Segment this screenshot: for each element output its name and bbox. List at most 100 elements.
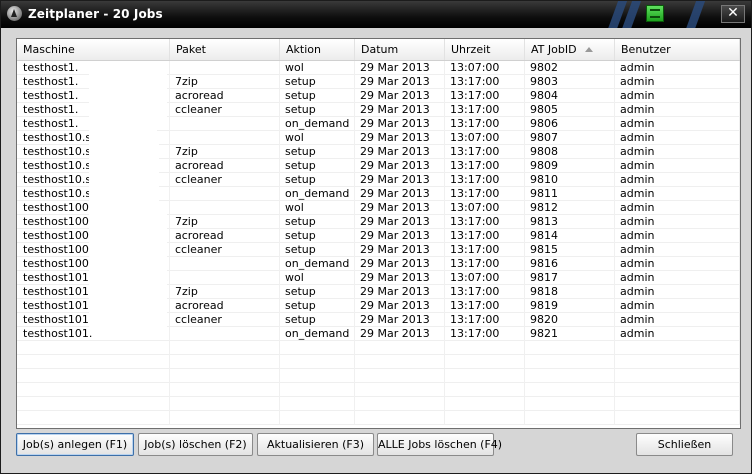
status-icon[interactable] — [646, 5, 664, 22]
cell-time: 13:17:00 — [445, 257, 525, 271]
cell-action — [280, 397, 355, 411]
cell-action — [280, 411, 355, 425]
cell-date: 29 Mar 2013 — [355, 229, 445, 243]
cell-package: 7zip — [170, 285, 280, 299]
empty-table-row — [17, 355, 740, 369]
cell-jobid: 9815 — [525, 243, 615, 257]
cell-package: 7zip — [170, 75, 280, 89]
cell-date: 29 Mar 2013 — [355, 117, 445, 131]
cell-time: 13:07:00 — [445, 201, 525, 215]
cell-time: 13:17:00 — [445, 327, 525, 341]
cell-user: admin — [615, 313, 740, 327]
dialog-content: Maschine Paket Aktion Datum Uhrzeit AT J… — [5, 29, 747, 470]
column-header-time[interactable]: Uhrzeit — [445, 39, 525, 60]
cell-action: setup — [280, 89, 355, 103]
cell-time — [445, 383, 525, 397]
cell-jobid: 9810 — [525, 173, 615, 187]
close-button[interactable]: Schließen — [636, 433, 733, 456]
table-row[interactable]: testhost101. on_demand 29 Mar 2013 13:17:00… — [17, 327, 740, 341]
column-header-jobid[interactable]: AT JobID — [525, 39, 615, 60]
titlebar-decoration — [685, 1, 706, 28]
refresh-button[interactable]: Aktualisieren (F3) — [257, 433, 374, 456]
cell-action: on_demand — [280, 187, 355, 201]
cell-time: 13:17:00 — [445, 187, 525, 201]
cell-action: setup — [280, 285, 355, 299]
cell-user: admin — [615, 229, 740, 243]
delete-jobs-button[interactable]: Job(s) löschen (F2) — [138, 433, 253, 456]
cell-jobid: 9808 — [525, 145, 615, 159]
cell-jobid: 9820 — [525, 313, 615, 327]
cell-jobid — [525, 369, 615, 383]
cell-date: 29 Mar 2013 — [355, 327, 445, 341]
delete-all-jobs-button[interactable]: ALLE Jobs löschen (F4) — [377, 433, 502, 456]
cell-package — [170, 201, 280, 215]
cell-package: acroread — [170, 299, 280, 313]
cell-action — [280, 383, 355, 397]
cell-action: on_demand — [280, 327, 355, 341]
cell-time — [445, 411, 525, 425]
cell-date: 29 Mar 2013 — [355, 257, 445, 271]
table-header: Maschine Paket Aktion Datum Uhrzeit AT J… — [17, 39, 740, 61]
window-title: Zeitplaner - 20 Jobs — [28, 7, 163, 21]
cell-package — [170, 327, 280, 341]
cell-package — [170, 187, 280, 201]
cell-action: setup — [280, 313, 355, 327]
cell-action: wol — [280, 131, 355, 145]
cell-package — [170, 117, 280, 131]
cell-machine: testhost101. — [17, 327, 170, 341]
column-header-package[interactable]: Paket — [170, 39, 280, 60]
column-header-machine[interactable]: Maschine — [17, 39, 170, 60]
cell-action — [280, 341, 355, 355]
cell-date — [355, 397, 445, 411]
cell-time: 13:17:00 — [445, 159, 525, 173]
cell-package — [170, 355, 280, 369]
cell-action: on_demand — [280, 257, 355, 271]
cell-package: acroread — [170, 159, 280, 173]
cell-date: 29 Mar 2013 — [355, 285, 445, 299]
cell-package: ccleaner — [170, 173, 280, 187]
cell-action: setup — [280, 103, 355, 117]
cell-action: setup — [280, 243, 355, 257]
cell-action: wol — [280, 61, 355, 75]
cell-time: 13:17:00 — [445, 243, 525, 257]
redaction-block — [89, 131, 159, 201]
cell-user: admin — [615, 201, 740, 215]
cell-time: 13:17:00 — [445, 313, 525, 327]
jobs-table[interactable]: Maschine Paket Aktion Datum Uhrzeit AT J… — [16, 38, 741, 429]
cell-jobid: 9809 — [525, 159, 615, 173]
cell-machine — [17, 355, 170, 369]
cell-time: 13:17:00 — [445, 103, 525, 117]
cell-user: admin — [615, 103, 740, 117]
cell-jobid: 9817 — [525, 271, 615, 285]
cell-jobid: 9816 — [525, 257, 615, 271]
cell-action: setup — [280, 75, 355, 89]
cell-package: acroread — [170, 89, 280, 103]
cell-action: wol — [280, 201, 355, 215]
cell-time: 13:17:00 — [445, 89, 525, 103]
cell-date: 29 Mar 2013 — [355, 187, 445, 201]
cell-action: setup — [280, 173, 355, 187]
cell-date: 29 Mar 2013 — [355, 145, 445, 159]
cell-jobid: 9812 — [525, 201, 615, 215]
column-header-action[interactable]: Aktion — [280, 39, 355, 60]
cell-date: 29 Mar 2013 — [355, 313, 445, 327]
cell-jobid — [525, 341, 615, 355]
cell-package: acroread — [170, 229, 280, 243]
redaction-block — [89, 201, 167, 327]
cell-date — [355, 369, 445, 383]
cell-action: on_demand — [280, 117, 355, 131]
cell-user: admin — [615, 243, 740, 257]
cell-user: admin — [615, 187, 740, 201]
column-header-date[interactable]: Datum — [355, 39, 445, 60]
create-jobs-button[interactable]: Job(s) anlegen (F1) — [16, 433, 134, 456]
title-bar[interactable]: Zeitplaner - 20 Jobs ✕ — [1, 1, 751, 28]
column-header-user[interactable]: Benutzer — [615, 39, 740, 60]
cell-package — [170, 369, 280, 383]
cell-package — [170, 61, 280, 75]
cell-user: admin — [615, 215, 740, 229]
cell-package — [170, 397, 280, 411]
close-window-button[interactable]: ✕ — [721, 5, 745, 23]
cell-machine — [17, 369, 170, 383]
cell-user: admin — [615, 159, 740, 173]
cell-time: 13:17:00 — [445, 215, 525, 229]
